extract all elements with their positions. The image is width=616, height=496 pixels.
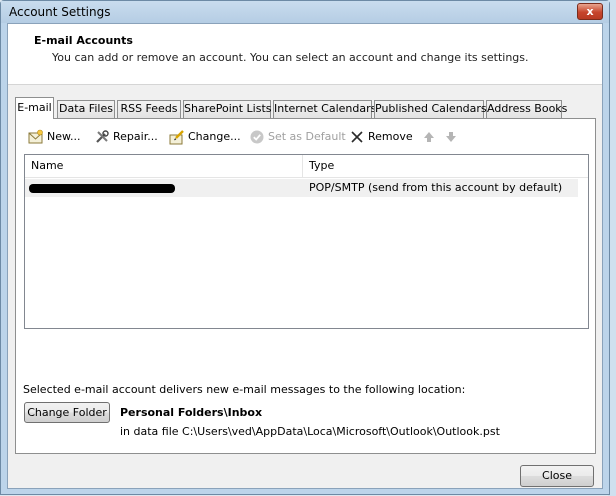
new-label: New...: [47, 130, 81, 143]
change-account-icon: [169, 130, 184, 145]
list-header: Name Type: [25, 155, 588, 178]
tab-published-calendars[interactable]: Published Calendars: [374, 100, 487, 118]
change-button[interactable]: Change...: [169, 127, 241, 147]
header-description: You can add or remove an account. You ca…: [52, 51, 529, 64]
change-folder-button[interactable]: Change Folder: [24, 402, 110, 423]
set-as-default-label: Set as Default: [268, 130, 346, 143]
arrow-down-icon: [446, 132, 456, 142]
change-label: Change...: [188, 130, 241, 143]
email-tab-panel: New... Repair... Change... Set as Defaul…: [15, 118, 596, 454]
accounts-list[interactable]: Name Type POP/SMTP (send from this accou…: [24, 154, 589, 329]
tab-internet-calendars[interactable]: Internet Calendars: [273, 100, 376, 118]
close-icon: x: [586, 5, 594, 18]
window-title: Account Settings: [9, 5, 111, 19]
tab-sharepoint-lists[interactable]: SharePoint Lists: [183, 100, 272, 118]
delivery-folder: Personal Folders\Inbox: [120, 406, 263, 419]
column-header-name[interactable]: Name: [25, 155, 303, 177]
account-name-cell: [25, 179, 303, 197]
new-mail-icon: [28, 129, 43, 144]
account-toolbar: New... Repair... Change... Set as Defaul…: [24, 127, 587, 147]
tab-address-books[interactable]: Address Books: [486, 100, 567, 118]
delivery-description: Selected e-mail account delivers new e-m…: [23, 383, 466, 396]
remove-x-icon: [351, 131, 363, 143]
remove-label: Remove: [368, 130, 413, 143]
title-bar[interactable]: Account Settings x: [1, 1, 609, 23]
dialog-client-area: E-mail Accounts You can add or remove an…: [7, 23, 603, 489]
tab-data-files[interactable]: Data Files: [57, 100, 115, 118]
new-account-button[interactable]: New...: [28, 127, 80, 147]
tab-email[interactable]: E-mail: [15, 97, 54, 119]
redacted-name: [29, 184, 175, 193]
repair-label: Repair...: [113, 130, 158, 143]
move-up-button[interactable]: [421, 127, 440, 147]
data-file-path: in data file C:\Users\ved\AppData\Loca\M…: [120, 425, 500, 438]
close-window-button[interactable]: x: [577, 3, 603, 20]
set-as-default-button[interactable]: Set as Default: [249, 127, 346, 147]
close-button[interactable]: Close: [520, 465, 594, 487]
header-panel: E-mail Accounts You can add or remove an…: [8, 24, 602, 85]
header-title: E-mail Accounts: [34, 34, 133, 47]
account-row[interactable]: POP/SMTP (send from this account by defa…: [25, 179, 578, 197]
remove-button[interactable]: Remove: [349, 127, 413, 147]
tab-rss-feeds[interactable]: RSS Feeds: [117, 100, 181, 118]
checkmark-circle-icon: [250, 130, 264, 144]
arrow-up-icon: [424, 132, 434, 142]
column-header-type[interactable]: Type: [303, 155, 573, 177]
account-type-cell: POP/SMTP (send from this account by defa…: [309, 181, 563, 194]
move-down-button[interactable]: [443, 127, 462, 147]
account-settings-dialog: Account Settings x E-mail Accounts You c…: [0, 0, 610, 495]
repair-button[interactable]: Repair...: [94, 127, 158, 147]
repair-tools-icon: [96, 130, 109, 143]
